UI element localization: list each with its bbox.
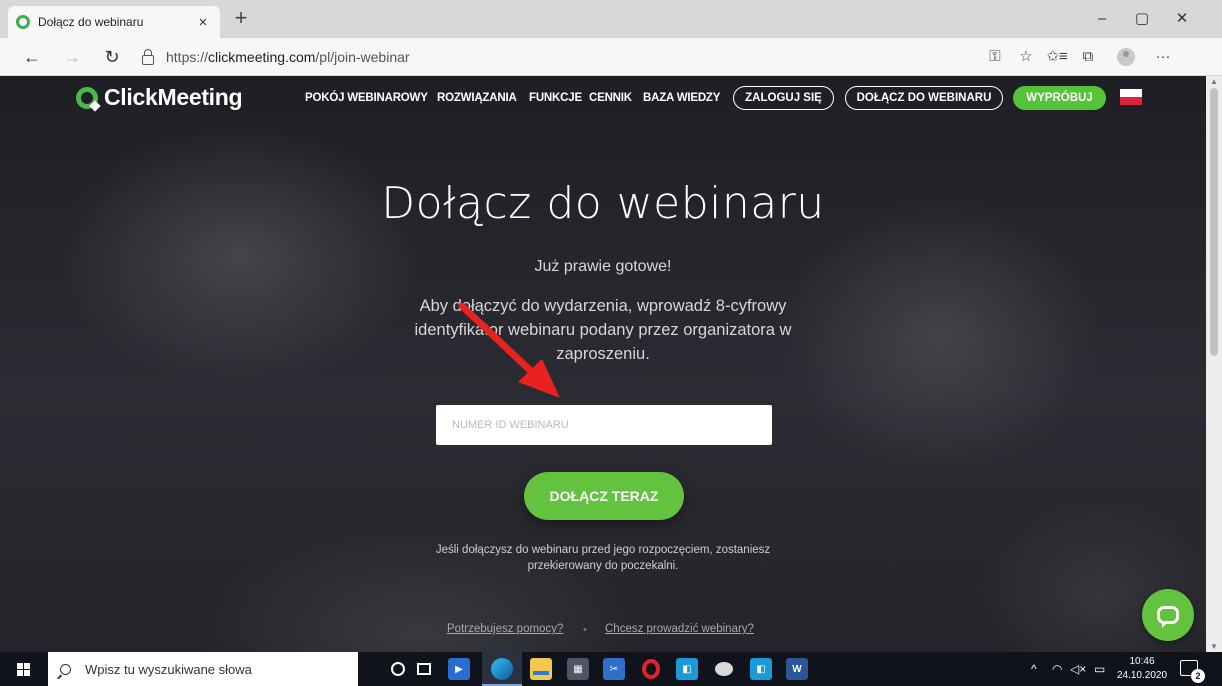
start-button[interactable] <box>0 652 46 686</box>
taskbar-clock[interactable]: 10:46 24.10.2020 <box>1114 655 1170 683</box>
lock-icon <box>142 48 154 65</box>
battery-icon[interactable]: ▭ <box>1094 652 1105 686</box>
restore-button[interactable]: ▢ <box>1122 4 1162 34</box>
cortana-icon[interactable] <box>387 658 409 680</box>
store-app-2-icon[interactable]: ◧ <box>750 658 772 680</box>
refresh-button[interactable]: ↻ <box>98 42 126 72</box>
scroll-down-arrow-icon[interactable]: ▼ <box>1210 642 1218 651</box>
favorite-star-icon[interactable]: ☆ <box>1013 44 1039 70</box>
clickmeeting-favicon-icon <box>16 15 30 29</box>
notification-center-icon[interactable]: 2 <box>1180 660 1205 683</box>
profile-avatar[interactable] <box>1113 44 1139 70</box>
tab-title: Dołącz do webinaru <box>38 15 144 29</box>
browser-tab[interactable]: Dołącz do webinaru × <box>8 6 220 38</box>
taskbar-search-placeholder: Wpisz tu wyszukiwane słowa <box>85 661 252 677</box>
browser-tab-bar: Dołącz do webinaru × + – ▢ ✕ <box>0 0 1222 38</box>
notification-count-badge: 2 <box>1191 669 1205 683</box>
paint-icon[interactable] <box>713 658 735 680</box>
volume-muted-icon[interactable]: ◁× <box>1070 652 1086 686</box>
clock-date: 24.10.2020 <box>1116 670 1168 681</box>
windows-taskbar: Wpisz tu wyszukiwane słowa ▶ ▦ ✂ ◧ ◧ W ^… <box>0 652 1222 686</box>
url-host: clickmeeting.com <box>208 49 316 65</box>
nav-item-rozwiazania[interactable]: ROZWIĄZANIA <box>437 86 517 110</box>
media-player-icon[interactable]: ▶ <box>448 658 470 680</box>
collections-icon[interactable]: ⧉ <box>1075 44 1101 70</box>
browser-address-bar: ← → ↻ https://clickmeeting.com/pl/join-w… <box>0 38 1222 76</box>
store-app-icon[interactable]: ◧ <box>676 658 698 680</box>
webinar-id-input[interactable] <box>436 405 772 445</box>
page-description: Aby dołączyć do wydarzenia, wprowadź 8-c… <box>414 297 792 363</box>
new-tab-button[interactable]: + <box>228 4 254 32</box>
chat-bubble-icon <box>1157 606 1179 628</box>
opera-icon[interactable] <box>640 658 662 680</box>
host-webinars-link[interactable]: Chcesz prowadzić webinary? <box>605 623 754 635</box>
login-button[interactable]: ZALOGUJ SIĘ <box>733 86 834 110</box>
scroll-up-arrow-icon[interactable]: ▲ <box>1210 77 1218 86</box>
profile-icon <box>1117 48 1135 66</box>
logo-text: ClickMeeting <box>104 84 243 110</box>
waiting-room-note-text: Jeśli dołączysz do webinaru przed jego r… <box>435 544 771 572</box>
try-button[interactable]: WYPRÓBUJ <box>1013 86 1106 110</box>
clickmeeting-logo[interactable]: ClickMeeting <box>76 84 243 111</box>
nav-item-pokoj-webinarowy[interactable]: POKÓJ WEBINAROWY <box>305 86 428 110</box>
more-menu-icon[interactable]: ··· <box>1150 44 1176 70</box>
tray-chevron-icon[interactable]: ^ <box>1031 652 1037 686</box>
page-scrollbar[interactable]: ▲ ▼ <box>1206 76 1222 652</box>
nav-item-funkcje[interactable]: FUNKCJE <box>529 86 582 110</box>
url-field[interactable]: https://clickmeeting.com/pl/join-webinar <box>142 46 410 68</box>
favorites-list-icon[interactable]: ✩≡ <box>1044 44 1070 70</box>
page-subtitle: Już prawie gotowe! <box>534 258 672 275</box>
key-icon[interactable]: ⚿ <box>982 44 1008 70</box>
wifi-icon[interactable]: ◠ <box>1052 652 1062 686</box>
clock-time: 10:46 <box>1129 656 1155 667</box>
minimize-button[interactable]: – <box>1082 4 1122 34</box>
join-now-button[interactable]: DOŁĄCZ TERAZ <box>524 472 684 520</box>
word-icon[interactable]: W <box>786 658 808 680</box>
webpage: ClickMeeting POKÓJ WEBINAROWY ROZWIĄZANI… <box>0 76 1206 652</box>
help-link[interactable]: Potrzebujesz pomocy? <box>447 623 563 635</box>
search-icon <box>60 663 71 675</box>
page-title: Dołącz do webinaru <box>381 178 825 229</box>
taskbar-search-box[interactable]: Wpisz tu wyszukiwane słowa <box>48 652 358 686</box>
join-webinar-nav-button[interactable]: DOŁĄCZ DO WEBINARU <box>845 86 1003 110</box>
forward-button[interactable]: → <box>58 42 86 72</box>
nav-item-baza-wiedzy[interactable]: BAZA WIEDZY <box>643 86 720 110</box>
back-button[interactable]: ← <box>18 42 46 72</box>
task-view-icon[interactable] <box>413 658 435 680</box>
waiting-room-note: Jeśli dołączysz do webinaru przed jego r… <box>0 542 1206 574</box>
file-explorer-icon[interactable] <box>530 658 552 680</box>
chat-button[interactable] <box>1142 589 1194 641</box>
nav-item-cennik[interactable]: CENNIK <box>589 86 632 110</box>
scrollbar-thumb[interactable] <box>1210 88 1218 356</box>
windows-logo-icon <box>16 662 30 676</box>
calculator-icon[interactable]: ▦ <box>567 658 589 680</box>
clickmeeting-logo-icon <box>76 86 98 109</box>
close-window-button[interactable]: ✕ <box>1162 4 1202 34</box>
url-prefix: https:// <box>166 49 209 65</box>
edge-icon[interactable] <box>491 658 513 680</box>
snipping-tool-icon[interactable]: ✂ <box>603 658 625 680</box>
url-path: /pl/join-webinar <box>315 49 410 65</box>
footer-separator: • <box>583 624 587 636</box>
tab-close-icon[interactable]: × <box>194 14 212 31</box>
pl-flag-icon[interactable] <box>1120 89 1142 105</box>
